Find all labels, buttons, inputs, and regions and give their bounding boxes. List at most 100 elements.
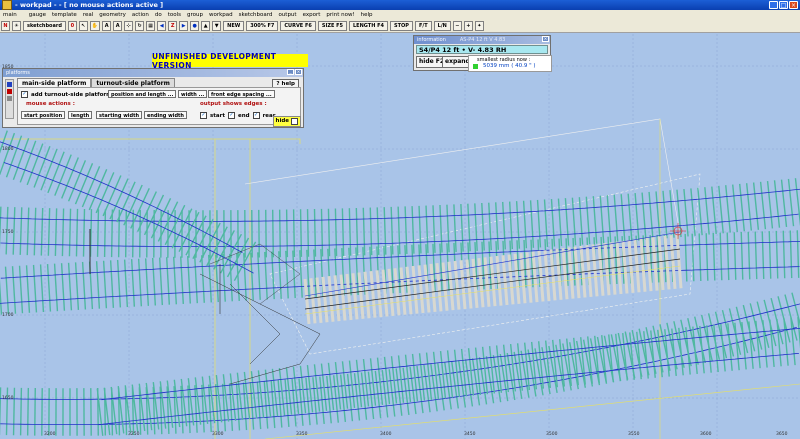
- side-red-icon[interactable]: [7, 89, 12, 94]
- sleeper: [34, 388, 36, 436]
- ft-button[interactable]: F/T: [414, 20, 432, 31]
- zoom-in-icon[interactable]: A: [102, 20, 112, 31]
- sleeper: [313, 209, 317, 257]
- sleeper: [102, 260, 108, 309]
- menu-help[interactable]: help: [358, 12, 376, 18]
- menu-gauge[interactable]: gauge: [26, 12, 49, 18]
- template-timber: [375, 270, 383, 318]
- pointer-icon[interactable]: ↖: [78, 20, 88, 31]
- panel-close-icon[interactable]: ×: [295, 69, 302, 75]
- menu-export[interactable]: export: [300, 12, 324, 18]
- notes-icon[interactable]: N: [1, 20, 10, 31]
- menu-output[interactable]: output: [275, 12, 299, 18]
- arrow-down-icon[interactable]: ▼: [212, 20, 222, 31]
- side-grey-icon[interactable]: [7, 96, 12, 101]
- sleeper: [502, 344, 510, 393]
- rear-edge-checkbox[interactable]: ✓: [252, 112, 260, 119]
- position-length-button[interactable]: position and length ...: [108, 90, 177, 98]
- sleeper: [60, 263, 66, 311]
- minimize-button[interactable]: _: [769, 1, 778, 9]
- sleeper: [320, 208, 324, 257]
- pin-icon[interactable]: ✦: [474, 20, 484, 31]
- sleeper: [271, 209, 275, 258]
- start-edge-checkbox[interactable]: ✓: [200, 112, 207, 119]
- sleeper: [82, 208, 86, 257]
- hand-icon[interactable]: ✋: [89, 20, 101, 31]
- add-platform-checkbox[interactable]: ✓: [21, 91, 28, 98]
- size-button[interactable]: SIZE F5: [317, 20, 347, 31]
- dot-icon[interactable]: ●: [190, 20, 200, 31]
- platforms-panel-titlebar[interactable]: platforms _ ×: [3, 69, 303, 77]
- x-axis-label: 3200: [44, 432, 56, 437]
- length-button[interactable]: LENGTH F4: [349, 20, 389, 31]
- side-blue-icon[interactable]: [7, 82, 12, 87]
- info-panel-titlebar[interactable]: information AS-P4 12 ft V 4.83 ×: [414, 36, 550, 44]
- close-button[interactable]: ×: [789, 1, 798, 9]
- end-edge-checkbox[interactable]: ✓: [227, 112, 235, 119]
- rotate-icon[interactable]: ↻: [135, 20, 145, 31]
- sketchboard-button[interactable]: sketchboard: [23, 20, 66, 31]
- panel-minimize-icon[interactable]: _: [287, 69, 294, 75]
- grid-icon[interactable]: ▦: [146, 20, 156, 31]
- hide-platform-toggle[interactable]: hide: [272, 116, 301, 127]
- bulb-icon[interactable]: ☀: [12, 20, 21, 31]
- sleeper: [334, 208, 338, 257]
- sleeper: [775, 230, 779, 279]
- template-timber: [675, 234, 683, 289]
- menu-do[interactable]: do: [152, 12, 165, 18]
- zero-button[interactable]: 0: [67, 20, 77, 31]
- menu-geometry[interactable]: geometry: [96, 12, 129, 18]
- sleeper: [46, 264, 52, 312]
- length-mouse-button[interactable]: length: [68, 111, 93, 119]
- template-timber: [351, 273, 359, 320]
- sleeper: [132, 209, 134, 258]
- template-timber: [531, 251, 539, 303]
- menu-sketchboard[interactable]: sketchboard: [236, 12, 276, 18]
- arrow-up-icon[interactable]: ▲: [201, 20, 211, 31]
- menu-group[interactable]: group: [184, 12, 206, 18]
- app-icon: [2, 0, 12, 10]
- z-button[interactable]: Z: [168, 20, 178, 31]
- front-edge-spacing-button[interactable]: front edge spacing ...: [208, 90, 275, 98]
- maximize-button[interactable]: □: [779, 1, 788, 9]
- starting-width-button[interactable]: starting width: [96, 111, 143, 119]
- menu-print-now[interactable]: print now!: [323, 12, 357, 18]
- sleeper: [222, 254, 226, 302]
- sleeper: [258, 209, 260, 258]
- minus-icon[interactable]: −: [452, 20, 462, 31]
- menu-action[interactable]: action: [129, 12, 152, 18]
- sleeper: [796, 230, 800, 278]
- measure-icon[interactable]: ⊹: [124, 20, 134, 31]
- sleeper: [264, 251, 268, 300]
- stop-button[interactable]: STOP: [390, 20, 413, 31]
- width-button[interactable]: width ...: [178, 90, 208, 98]
- info-close-icon[interactable]: ×: [542, 36, 549, 42]
- menu-template[interactable]: template: [49, 12, 80, 18]
- zoom-out-icon[interactable]: A: [113, 20, 123, 31]
- sleeper: [47, 208, 51, 256]
- sleeper: [74, 163, 94, 205]
- curve-button[interactable]: CURVE F6: [280, 20, 316, 31]
- start-position-button[interactable]: start position: [21, 111, 66, 119]
- sleeper: [39, 264, 45, 313]
- mouse-actions-label: mouse actions :: [26, 101, 75, 107]
- new-button[interactable]: NEW: [223, 20, 245, 31]
- menu-main[interactable]: main: [0, 12, 20, 18]
- menu-tools[interactable]: tools: [165, 12, 184, 18]
- sleeper: [103, 209, 107, 257]
- plus-icon[interactable]: +: [463, 20, 473, 31]
- sleeper: [0, 132, 16, 176]
- sleeper: [780, 179, 788, 228]
- sleeper: [782, 230, 786, 279]
- arrow-left-icon[interactable]: ◀: [157, 20, 167, 31]
- zoom-300-button[interactable]: 300% F7: [246, 20, 279, 31]
- menu-real[interactable]: real: [80, 12, 96, 18]
- ending-width-button[interactable]: ending width: [144, 111, 187, 119]
- arrow-right-icon[interactable]: ▶: [179, 20, 189, 31]
- template-timber: [525, 252, 533, 303]
- sleeper: [592, 196, 598, 244]
- template-timber: [363, 271, 371, 319]
- menu-workpad[interactable]: workpad: [206, 12, 236, 18]
- ln-button[interactable]: L/N: [433, 20, 451, 31]
- hide-checkbox[interactable]: [291, 118, 298, 125]
